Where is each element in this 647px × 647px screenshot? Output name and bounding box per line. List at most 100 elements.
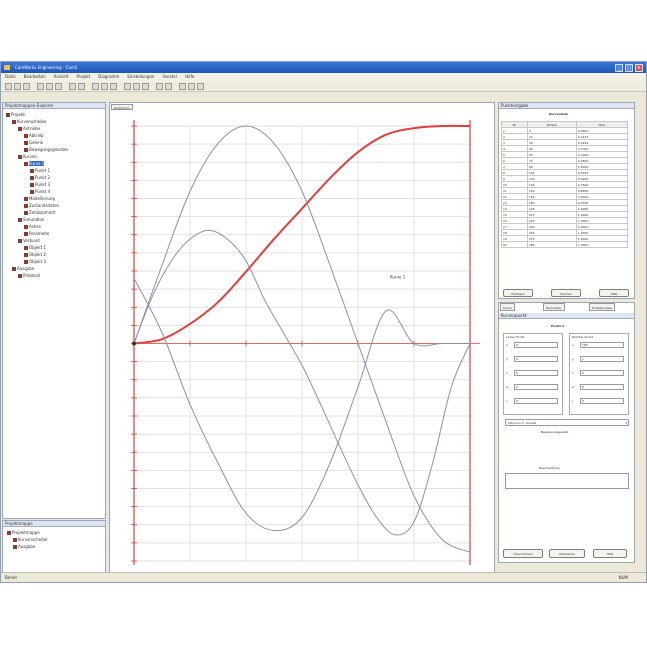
table-help-button[interactable]: Hilfe [599,289,629,297]
tree-node[interactable]: Modellierung [24,196,55,201]
help-button[interactable]: Hilfe [593,549,627,558]
chart-icon[interactable] [165,83,172,90]
tree-node[interactable]: Objekt 2 [24,252,46,257]
maximize-icon[interactable]: □ [625,64,633,72]
tree-node[interactable]: Punkt 4 [30,189,50,194]
menu-edit[interactable]: Bearbeiten [24,73,46,81]
tree-node[interactable]: Bewegungsgesetze [24,147,68,152]
delete-button[interactable]: Löschen [551,289,581,297]
help-icon[interactable] [197,83,204,90]
tree-node[interactable]: Kurvenscheibe [12,119,46,124]
field-input[interactable]: 0 [514,398,558,404]
calc-icon[interactable] [179,83,186,90]
save-icon[interactable] [23,83,30,90]
field-input[interactable]: 0 [580,384,624,390]
zoom-fit-icon[interactable] [110,83,117,90]
cut-icon[interactable] [37,83,44,90]
tree-node[interactable]: Punkt 1 [30,168,50,173]
data-point [273,238,275,240]
tree-node[interactable]: Achse [24,224,41,229]
tree-node[interactable]: Zustandsdaten [24,203,59,208]
data-point [376,517,378,518]
solution-item[interactable]: Ausgabe [13,544,35,549]
paste-icon[interactable] [55,83,62,90]
point-icon[interactable] [133,83,140,90]
cursor-icon[interactable] [124,83,131,90]
tree-node[interactable]: Projekt [6,112,25,117]
print-icon[interactable] [188,83,195,90]
data-point [385,134,387,136]
minimize-icon[interactable]: _ [615,64,623,72]
tree-node[interactable]: Parameter [24,231,50,236]
menu-project[interactable]: Projekt [76,73,90,81]
data-point [226,238,228,240]
menu-settings[interactable]: Einstellungen [127,73,154,81]
data-point [338,445,340,447]
tree-node[interactable]: Zeitabschnitt [24,210,55,215]
menu-help[interactable]: Hilfe [185,73,194,81]
field-input[interactable]: 180 [580,342,624,348]
tree-node[interactable]: Kurven [18,154,37,159]
field-input[interactable]: 0 [580,398,624,404]
open-icon[interactable] [14,83,21,90]
tree-node[interactable]: Abtrieb [24,133,44,138]
point-table[interactable]: Nr Winkel Wert 1 0 0.0000 2 15 0.0125 3 30 0.0492 4 4… [501,121,629,248]
tab-diagram[interactable]: Diagramm [111,104,133,110]
motion-chart[interactable]: Kurve 1 [110,111,494,571]
tab-settings[interactable]: Einstellungen [589,303,616,311]
menu-window[interactable]: Fenster [162,73,177,81]
field-label: a [572,385,574,389]
grid-icon[interactable] [156,83,163,90]
left-point-group: Linker Punkt x 0 y 0 v 0 a 0 j 0 [503,333,563,415]
zoom-out-icon[interactable] [101,83,108,90]
chart-annotation: Kurve 1 [390,274,406,279]
field-input[interactable]: 0 [580,370,624,376]
tree-node[interactable]: Antriebe [18,126,40,131]
solution-item[interactable]: Kurvenscheibe [13,537,47,542]
table-cell[interactable]: 285 [526,241,577,248]
insert-button[interactable]: Einfügen [503,289,533,297]
copy-icon[interactable] [46,83,53,90]
tree-node[interactable]: Simulation [18,217,44,222]
apply-button[interactable]: Übernehmen [503,549,543,558]
line-icon[interactable] [142,83,149,90]
tree-node[interactable]: Kurve 1 [24,161,45,166]
field-input[interactable]: 0 [514,342,558,348]
tree-node[interactable]: Protokoll [18,273,40,278]
description-label: Beschreibung [539,466,560,470]
tree-node-label: Punkt 2 [35,175,51,180]
field-input[interactable]: 1 [580,356,624,362]
undo-icon[interactable] [69,83,76,90]
field-input[interactable]: 0 [514,384,558,390]
zoom-in-icon[interactable] [92,83,99,90]
tree-node[interactable]: Punkt 3 [30,182,50,187]
tab-curve[interactable]: Kurve [500,303,515,311]
table-row[interactable]: 20 285 1.0000 [501,241,629,248]
description-field[interactable] [505,473,629,489]
new-icon[interactable] [5,83,12,90]
tree-node[interactable]: Objekt 3 [24,259,46,264]
tree-node[interactable]: Verbund [18,238,40,243]
data-point [170,260,172,262]
field-input[interactable]: 0 [514,356,558,362]
data-point [469,125,471,127]
tree-node[interactable]: Objekt 1 [24,245,46,250]
close-icon[interactable]: × [635,64,643,72]
data-point [152,295,154,297]
law-dropdown[interactable]: Polynom 5. Grades ▾ [505,419,629,426]
menu-diagram[interactable]: Diagramm [98,73,119,81]
menu-bar: Datei Bearbeiten Ansicht Projekt Diagram… [1,73,646,81]
table-cell[interactable]: 1.0000 [575,241,629,248]
tree-node[interactable]: Ausgabe [12,266,34,271]
menu-view[interactable]: Ansicht [54,73,69,81]
menu-file[interactable]: Datei [5,73,16,81]
tree-node[interactable]: Punkt 2 [30,175,50,180]
solution-item[interactable]: Projektmappe [7,530,40,535]
table-cell[interactable]: 20 [501,241,528,248]
cancel-button[interactable]: Abbrechen [549,549,585,558]
tab-parameters[interactable]: Parameter [543,303,565,311]
tree-node[interactable]: Gelenk [24,140,43,145]
field-input[interactable]: 0 [514,370,558,376]
redo-icon[interactable] [78,83,85,90]
node-icon [24,232,28,236]
